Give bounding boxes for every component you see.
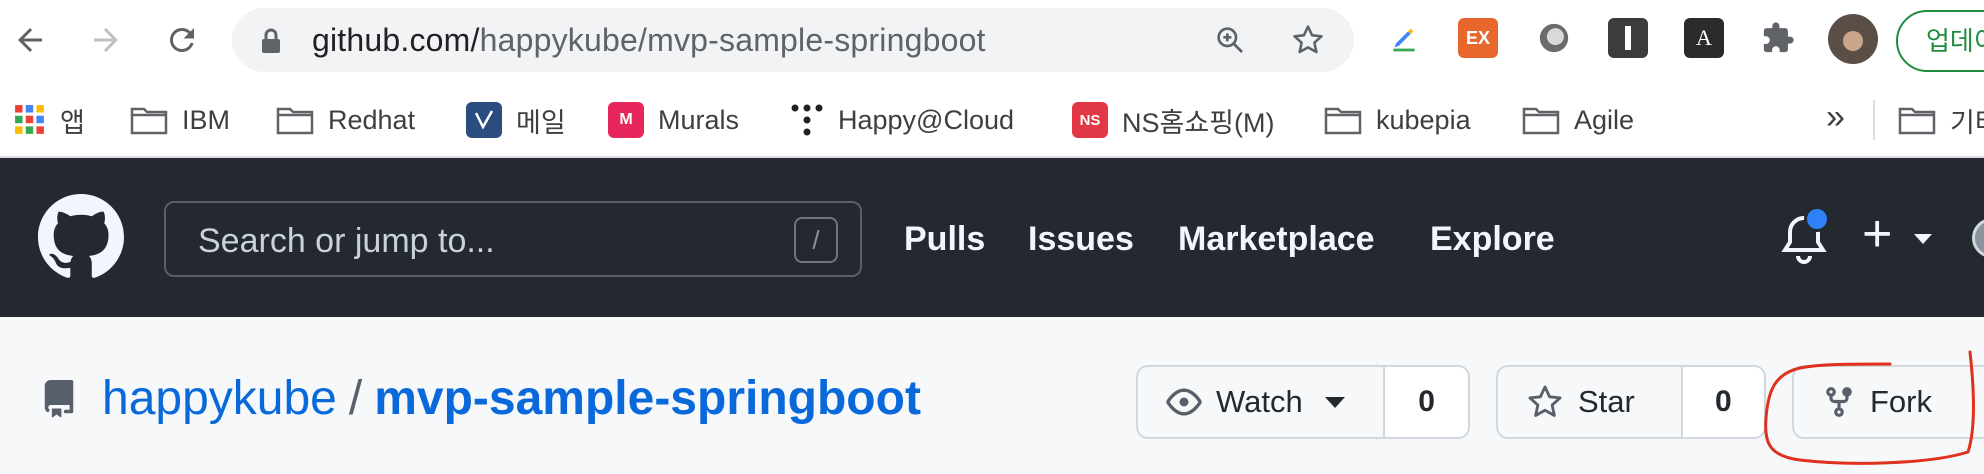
github-header: Search or jump to... / Pulls Issues Mark… <box>0 158 1984 317</box>
bookmark-mail[interactable]: 메일 <box>466 94 566 146</box>
watch-button-group: Watch 0 <box>1136 365 1470 439</box>
zoom-button[interactable] <box>1212 22 1248 58</box>
bookmark-label: IBM <box>182 104 231 135</box>
reload-icon <box>169 27 194 52</box>
bookmarks-overflow-button[interactable]: » <box>1826 98 1845 137</box>
watch-label: Watch <box>1216 384 1303 419</box>
puzzle-icon <box>1763 22 1794 53</box>
notification-unread-dot <box>1804 206 1830 232</box>
watch-button[interactable]: Watch <box>1138 367 1383 437</box>
star-button[interactable]: Star <box>1498 367 1681 437</box>
bookmark-redhat[interactable]: Redhat <box>276 94 415 146</box>
bookmark-label: Happy@Cloud <box>838 104 1015 135</box>
extension-pencil-icon[interactable] <box>1384 18 1424 58</box>
extension-bar-icon[interactable] <box>1608 18 1648 58</box>
browser-toolbar: github.com/happykube/mvp-sample-springbo… <box>0 0 1984 82</box>
bookmark-label: NS홈쇼핑(M) <box>1122 107 1275 138</box>
eye-icon <box>1166 388 1202 416</box>
fork-button[interactable]: Fork <box>1794 367 1984 437</box>
update-button[interactable]: 업데이트 <box>1896 10 1984 72</box>
bookmark-label: 기타 <box>1950 107 1984 138</box>
star-count[interactable]: 0 <box>1680 367 1764 437</box>
bookmark-label: 앱 <box>60 107 85 138</box>
bookmark-star-button[interactable] <box>1290 22 1326 58</box>
forward-button[interactable] <box>80 14 132 66</box>
bookmark-label: 메일 <box>516 107 566 138</box>
bookmark-kubepia[interactable]: kubepia <box>1324 94 1471 146</box>
bookmarks-bar: 앱 IBM Redhat 메일 M Murals Happy@Cloud NS … <box>0 82 1984 158</box>
mail-icon <box>466 102 502 138</box>
repo-owner-link[interactable]: happykube <box>102 372 337 425</box>
fork-label: Fork <box>1870 384 1932 419</box>
star-icon <box>1293 25 1323 54</box>
back-button[interactable] <box>4 14 56 66</box>
extension-circle-icon[interactable] <box>1534 18 1574 58</box>
bookmark-murals[interactable]: M Murals <box>608 94 739 146</box>
bookmark-happy-cloud[interactable]: Happy@Cloud <box>790 94 1014 146</box>
folder-icon <box>1324 107 1362 135</box>
nav-marketplace[interactable]: Marketplace <box>1178 220 1375 259</box>
address-bar[interactable]: github.com/happykube/mvp-sample-springbo… <box>232 8 1354 72</box>
apps-grid-icon <box>15 105 44 134</box>
fork-button-group: Fork <box>1792 365 1984 439</box>
nav-issues[interactable]: Issues <box>1028 220 1134 259</box>
folder-icon <box>276 107 314 135</box>
zoom-icon <box>1217 27 1243 53</box>
folder-icon <box>1898 107 1936 135</box>
search-placeholder: Search or jump to... <box>198 222 495 260</box>
chevron-down-icon <box>1324 396 1345 408</box>
bookmark-ns[interactable]: NS NS홈쇼핑(M) <box>1072 94 1275 146</box>
back-icon <box>18 28 42 52</box>
repo-icon <box>44 380 74 418</box>
user-avatar[interactable] <box>1972 218 1984 258</box>
create-new-button[interactable]: + <box>1862 208 1892 260</box>
forward-icon <box>94 28 118 52</box>
star-button-group: Star 0 <box>1496 365 1766 439</box>
dots-icon <box>791 104 823 136</box>
profile-avatar[interactable] <box>1828 14 1878 64</box>
folder-icon <box>1522 107 1560 135</box>
murals-icon: M <box>608 102 644 138</box>
star-icon <box>1528 385 1562 417</box>
reload-button[interactable] <box>156 14 208 66</box>
search-shortcut-key: / <box>794 217 838 263</box>
fork-icon <box>1826 387 1852 417</box>
nav-explore[interactable]: Explore <box>1430 220 1555 259</box>
watch-count[interactable]: 0 <box>1383 367 1468 437</box>
bookmark-label: Agile <box>1574 104 1635 135</box>
repo-name-link[interactable]: mvp-sample-springboot <box>374 372 921 425</box>
ns-icon: NS <box>1072 102 1108 138</box>
repo-title: happykube / mvp-sample-springboot <box>102 371 921 426</box>
repo-title-separator: / <box>348 372 363 425</box>
nav-pulls[interactable]: Pulls <box>904 220 985 259</box>
repo-header: happykube / mvp-sample-springboot Watch 0 … <box>0 317 1984 474</box>
extension-a-icon[interactable]: A <box>1684 18 1724 58</box>
bookmarks-divider <box>1873 100 1875 140</box>
search-input[interactable]: Search or jump to... / <box>164 201 862 277</box>
github-logo-icon[interactable] <box>38 194 124 280</box>
bookmark-apps[interactable]: 앱 <box>14 94 85 146</box>
extensions-button[interactable] <box>1758 18 1798 58</box>
star-label: Star <box>1578 384 1635 419</box>
bookmark-other[interactable]: 기타 <box>1898 94 1984 146</box>
chevron-down-icon[interactable] <box>1914 234 1932 244</box>
bookmark-agile[interactable]: Agile <box>1522 94 1634 146</box>
bookmark-ibm[interactable]: IBM <box>130 94 230 146</box>
bookmark-label: Redhat <box>328 104 416 135</box>
folder-icon <box>130 107 168 135</box>
bookmark-label: kubepia <box>1376 104 1471 135</box>
bookmark-label: Murals <box>658 104 740 135</box>
url-text: github.com/happykube/mvp-sample-springbo… <box>312 22 986 58</box>
lock-icon <box>262 28 280 53</box>
extension-ex-icon[interactable]: EX <box>1458 18 1498 58</box>
